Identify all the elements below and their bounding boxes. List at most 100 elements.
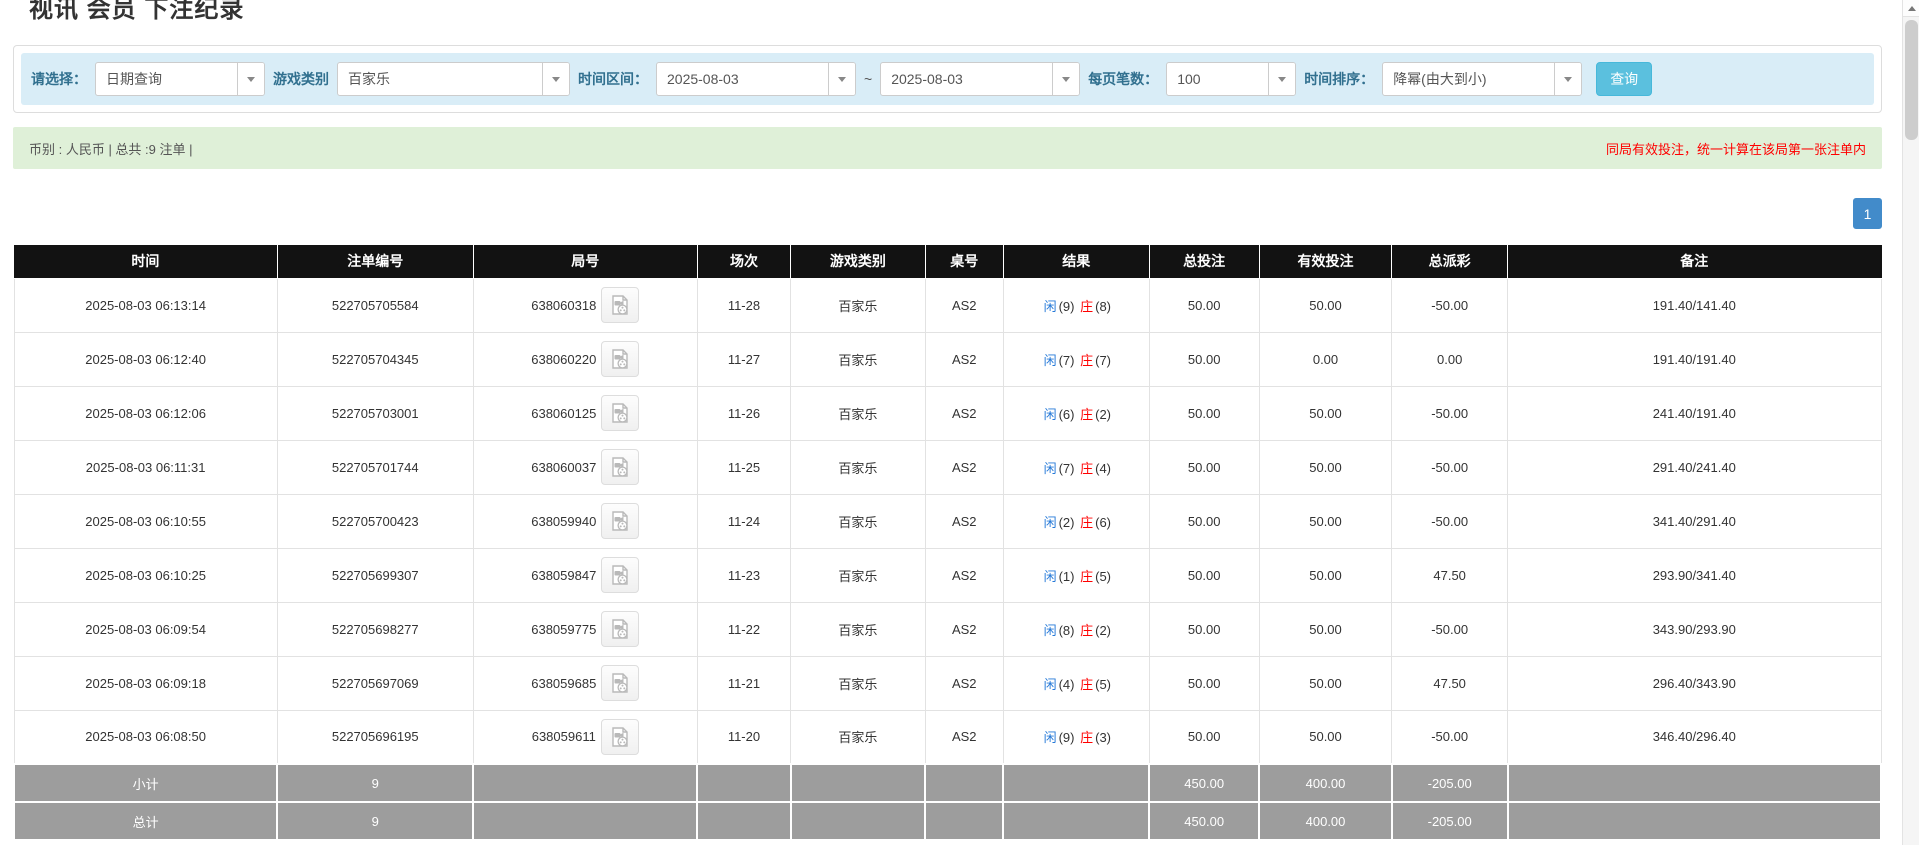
cell-bet-id: 522705701744 xyxy=(276,439,474,495)
page-size-value: 100 xyxy=(1177,71,1201,87)
cell-total-bet: 50.00 xyxy=(1148,277,1260,333)
subtotal-total-bet: 450.00 xyxy=(1148,763,1261,803)
result-player-points: (2) xyxy=(1058,514,1075,530)
scrollbar-up-icon[interactable] xyxy=(1903,0,1919,17)
cell-payout: 47.50 xyxy=(1391,655,1509,711)
result-player-label: 闲 xyxy=(1043,676,1057,692)
cell-result: 闲 (8) 庄 (2) xyxy=(1002,601,1150,657)
video-replay-button[interactable] xyxy=(600,718,639,755)
subtotal-valid-bet: 400.00 xyxy=(1258,763,1393,803)
table-row: 2025-08-03 06:13:14 522705705584 6380603… xyxy=(13,277,1882,333)
result-player-points: (6) xyxy=(1058,406,1075,422)
video-replay-button[interactable] xyxy=(601,503,640,539)
chevron-down-icon[interactable] xyxy=(1268,63,1296,95)
table-header-row: 时间 注单编号 局号 场次 游戏类别 桌号 结果 总投注 有效投注 总派彩 备注 xyxy=(14,245,1882,279)
header-session: 场次 xyxy=(697,245,792,279)
video-replay-button[interactable] xyxy=(601,557,640,593)
chevron-down-icon[interactable] xyxy=(1052,63,1080,95)
cell-game-type: 百家乐 xyxy=(790,331,926,387)
date-to-select[interactable]: 2025-08-03 xyxy=(880,62,1081,96)
round-number: 638059847 xyxy=(531,567,597,583)
result-player-label: 闲 xyxy=(1043,460,1057,476)
date-to-value: 2025-08-03 xyxy=(891,71,963,87)
cell-round: 638060318 xyxy=(472,277,698,333)
cell-valid-bet: 0.00 xyxy=(1258,331,1393,387)
result-player-label: 闲 xyxy=(1043,406,1057,422)
cell-total-bet: 50.00 xyxy=(1148,385,1260,441)
table-row: 2025-08-03 06:11:31 522705701744 6380600… xyxy=(13,439,1882,495)
cell-total-bet: 50.00 xyxy=(1148,601,1260,657)
subtotal-payout: -205.00 xyxy=(1390,763,1509,803)
page-title-clip: 视讯 会员 下注纪录 xyxy=(29,0,1882,21)
result-player-label: 闲 xyxy=(1043,514,1057,530)
chevron-down-icon[interactable] xyxy=(828,63,855,95)
header-round: 局号 xyxy=(473,245,698,279)
scrollbar-thumb[interactable] xyxy=(1904,20,1918,140)
chevron-down-icon[interactable] xyxy=(542,63,569,95)
result-banker-points: (2) xyxy=(1095,406,1111,422)
cell-result: 闲 (2) 庄 (6) xyxy=(1002,493,1150,549)
cell-result: 闲 (9) 庄 (3) xyxy=(1002,709,1150,765)
video-replay-button[interactable] xyxy=(601,341,640,377)
video-replay-button[interactable] xyxy=(601,611,640,647)
result-banker-points: (3) xyxy=(1095,730,1111,746)
table-row: 2025-08-03 06:08:50 522705696195 6380596… xyxy=(13,709,1882,765)
cell-time: 2025-08-03 06:11:31 xyxy=(13,439,278,495)
video-replay-button[interactable] xyxy=(601,287,640,323)
cell-valid-bet: 50.00 xyxy=(1258,709,1393,765)
cell-result: 闲 (7) 庄 (4) xyxy=(1002,439,1150,495)
table-row: 2025-08-03 06:12:40 522705704345 6380602… xyxy=(13,331,1882,387)
video-icon xyxy=(612,403,629,423)
cell-payout: -50.00 xyxy=(1391,439,1509,495)
cell-payout: -50.00 xyxy=(1391,277,1509,333)
query-type-select[interactable]: 日期查询 xyxy=(95,62,265,96)
cell-remark: 343.90/293.90 xyxy=(1507,601,1882,657)
cell-round: 638059775 xyxy=(472,601,698,657)
video-replay-button[interactable] xyxy=(601,395,640,431)
round-number: 638060318 xyxy=(531,297,597,313)
result-banker-points: (6) xyxy=(1095,514,1111,530)
header-payout: 总派彩 xyxy=(1391,245,1509,279)
result-banker-points: (7) xyxy=(1095,352,1111,368)
cell-total-bet: 50.00 xyxy=(1148,655,1260,711)
subtotal-count: 9 xyxy=(276,763,475,803)
video-icon xyxy=(612,511,629,531)
cell-remark: 241.40/191.40 xyxy=(1507,385,1882,441)
time-sort-select[interactable]: 降幂(由大到小) xyxy=(1382,62,1583,96)
cell-result: 闲 (1) 庄 (5) xyxy=(1002,547,1150,603)
cell-session: 11-21 xyxy=(696,655,792,711)
cell-bet-id: 522705700423 xyxy=(276,493,474,549)
cell-remark: 291.40/241.40 xyxy=(1507,439,1882,495)
cell-time: 2025-08-03 06:10:25 xyxy=(13,547,278,603)
cell-table-no: AS2 xyxy=(924,493,1004,549)
cell-valid-bet: 50.00 xyxy=(1258,493,1393,549)
cell-bet-id: 522705703001 xyxy=(276,385,474,441)
date-from-select[interactable]: 2025-08-03 xyxy=(656,62,856,96)
page-size-select[interactable]: 100 xyxy=(1166,62,1297,96)
cell-table-no: AS2 xyxy=(924,709,1004,765)
result-banker-label: 庄 xyxy=(1080,298,1094,314)
cell-session: 11-26 xyxy=(696,385,792,441)
cell-valid-bet: 50.00 xyxy=(1258,439,1393,495)
video-replay-button[interactable] xyxy=(601,665,640,701)
page-1-button[interactable]: 1 xyxy=(1853,198,1882,229)
query-button[interactable]: 查询 xyxy=(1596,62,1653,96)
cell-session: 11-24 xyxy=(696,493,792,549)
cell-valid-bet: 50.00 xyxy=(1258,655,1393,711)
video-replay-button[interactable] xyxy=(601,449,640,485)
cell-remark: 296.40/343.90 xyxy=(1507,655,1882,711)
chevron-down-icon[interactable] xyxy=(237,63,264,95)
cell-table-no: AS2 xyxy=(924,655,1004,711)
cell-game-type: 百家乐 xyxy=(790,277,926,333)
cell-round: 638060125 xyxy=(472,385,698,441)
cell-table-no: AS2 xyxy=(924,277,1004,333)
game-type-select[interactable]: 百家乐 xyxy=(337,62,570,96)
table-body: 2025-08-03 06:13:14 522705705584 6380603… xyxy=(13,277,1882,765)
video-icon xyxy=(612,727,628,747)
total-count: 9 xyxy=(276,801,475,841)
chevron-down-icon[interactable] xyxy=(1554,63,1582,95)
cell-bet-id: 522705704345 xyxy=(276,331,474,387)
scrollbar[interactable] xyxy=(1902,0,1919,845)
header-remark: 备注 xyxy=(1507,245,1882,279)
cell-round: 638060037 xyxy=(472,439,698,495)
